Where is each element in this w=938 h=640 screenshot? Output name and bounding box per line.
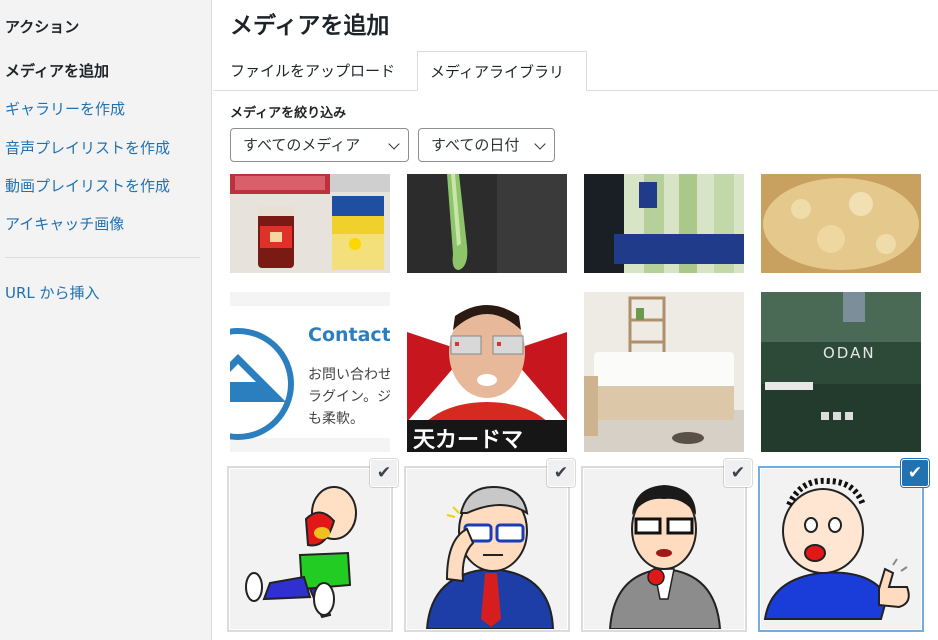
selected-check-icon[interactable]: ✔ — [902, 460, 928, 486]
page-title: メディアを追加 — [230, 13, 390, 39]
sidebar-item-add-media[interactable]: メディアを追加 — [5, 60, 109, 81]
attachment-thumb-cartoon-crying-man[interactable] — [230, 469, 390, 629]
card-man-banner-text: 天カードマ — [413, 428, 524, 452]
attachment-thumb-packaged-vegetables[interactable] — [584, 174, 744, 273]
contact-form-text-line: お問い合わせ — [308, 367, 390, 383]
tab-upload-files[interactable]: ファイルをアップロード — [230, 51, 395, 91]
date-select-value: すべての日付 — [431, 136, 520, 154]
date-select[interactable]: すべての日付 — [418, 128, 555, 162]
sidebar-item-video-playlist[interactable]: 動画プレイリストを作成 — [5, 175, 170, 196]
grass-website-logo: ODAN — [823, 344, 876, 362]
media-modal-sidebar: アクション メディアを追加 ギャラリーを作成 音声プレイリストを作成 動画プレイ… — [0, 0, 212, 640]
media-type-select[interactable]: すべてのメディア — [230, 128, 409, 162]
chevron-down-icon — [534, 138, 546, 150]
media-type-select-value: すべてのメディア — [243, 136, 361, 154]
contact-form-title: Contact F — [308, 324, 390, 346]
contact-form-text-line: も柔軟。 — [308, 411, 364, 427]
attachment-thumb-green-onion[interactable] — [407, 174, 567, 273]
attachment-thumb-food-jars[interactable] — [230, 174, 390, 273]
attachment-thumb-cartoon-old-man-suit[interactable] — [584, 469, 744, 629]
attachment-thumb-cartoon-thumbs-up-man[interactable] — [761, 469, 921, 629]
selected-check-icon[interactable]: ✔ — [371, 460, 397, 486]
attachment-thumb-grass-website[interactable]: ODAN — [761, 292, 921, 452]
attachment-thumb-card-man[interactable]: 天カードマ — [407, 292, 567, 452]
selected-check-icon[interactable]: ✔ — [725, 460, 751, 486]
selected-check-icon[interactable]: ✔ — [548, 460, 574, 486]
sidebar-item-create-gallery[interactable]: ギャラリーを作成 — [5, 98, 125, 119]
attachment-thumb-contact-form[interactable]: Contact F お問い合わせ ラグイン。ジ も柔軟。 — [230, 292, 390, 452]
sidebar-separator — [5, 257, 200, 258]
filter-media-label: メディアを絞り込み — [230, 106, 347, 121]
sidebar-item-audio-playlist[interactable]: 音声プレイリストを作成 — [5, 137, 170, 158]
actions-heading: アクション — [5, 18, 80, 36]
tab-media-library[interactable]: メディアライブラリ — [417, 51, 587, 91]
chevron-down-icon — [388, 138, 400, 150]
attachment-thumb-cartoon-glasses-businessman[interactable] — [407, 469, 567, 629]
attachment-thumb-fried-crumbs[interactable] — [761, 174, 921, 273]
contact-form-text-line: ラグイン。ジ — [308, 389, 390, 405]
attachment-thumb-bedroom[interactable] — [584, 292, 744, 452]
sidebar-item-featured-image[interactable]: アイキャッチ画像 — [5, 213, 124, 234]
sidebar-item-insert-from-url[interactable]: URL から挿入 — [5, 282, 100, 303]
